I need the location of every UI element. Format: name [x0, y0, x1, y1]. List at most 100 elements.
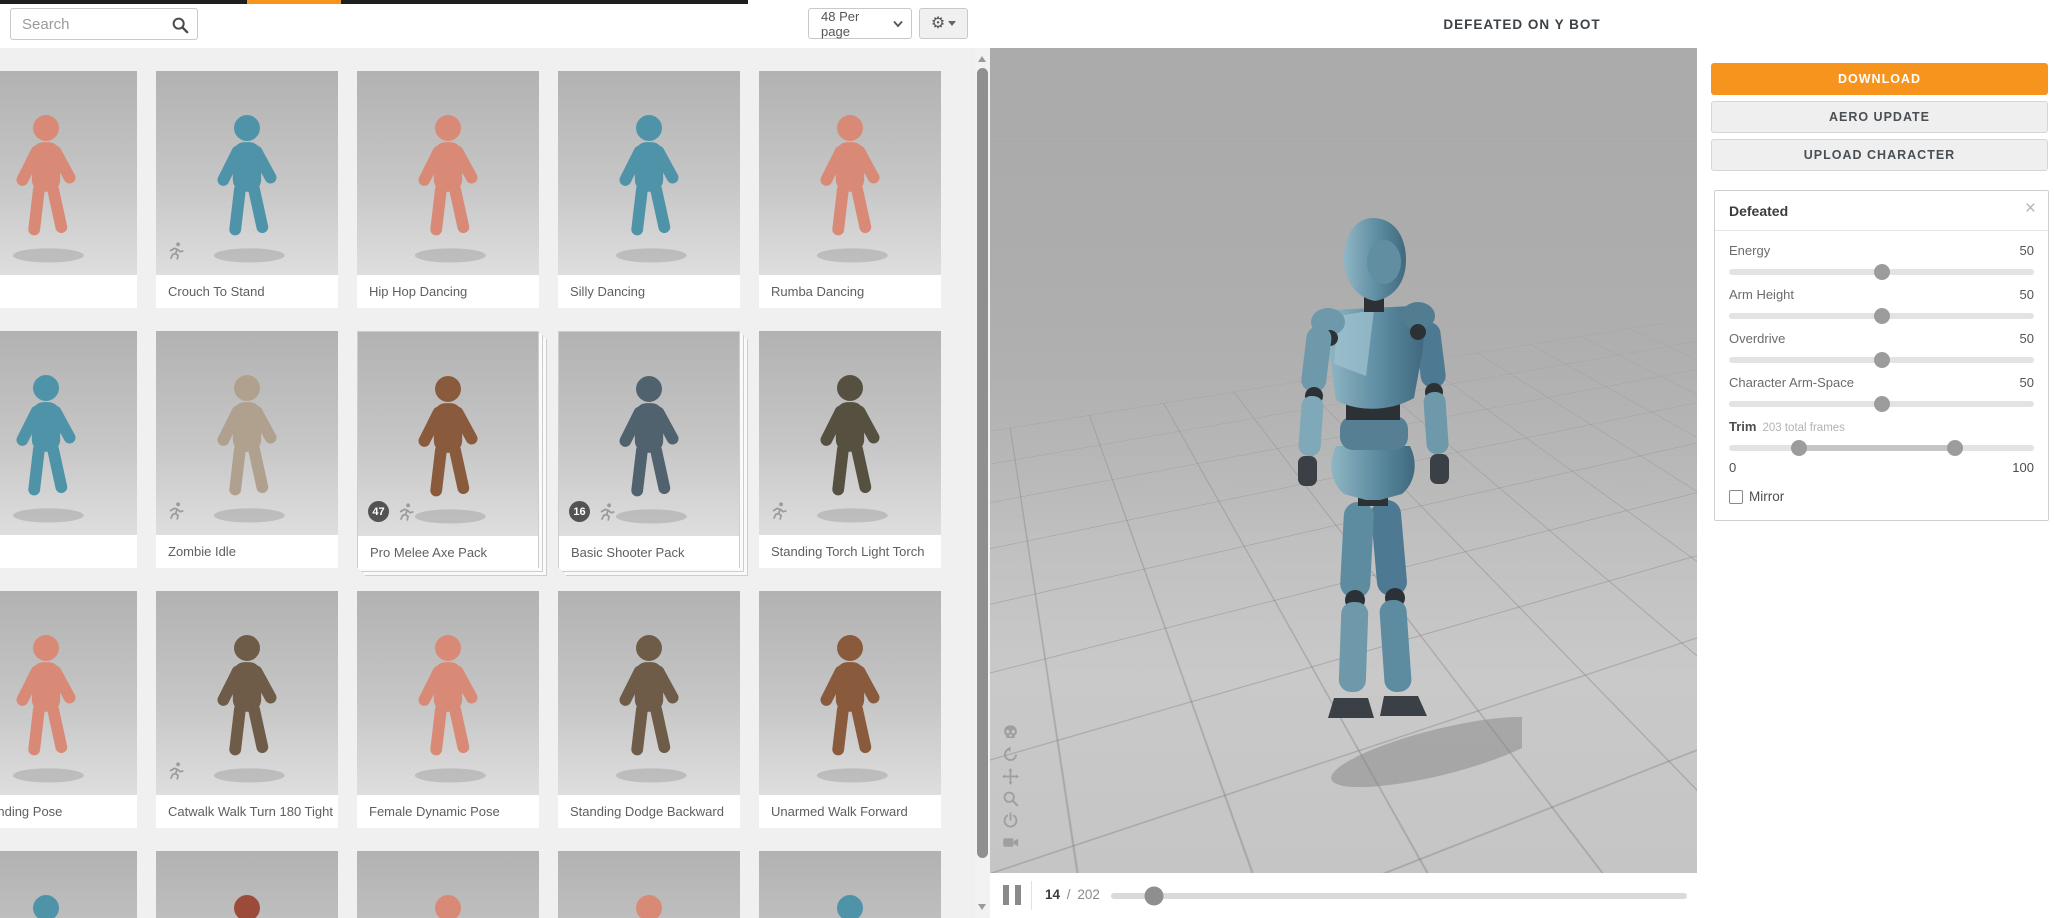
- character-figure: [0, 364, 105, 530]
- animation-thumbnail: [156, 331, 338, 535]
- slider-thumb[interactable]: [1874, 396, 1890, 412]
- zoom-icon[interactable]: [1002, 790, 1019, 807]
- animation-name: Zombie Idle: [156, 535, 338, 568]
- animation-card[interactable]: Hip Hop Dancing: [357, 71, 539, 308]
- trim-total-frames: 203 total frames: [1762, 422, 1844, 434]
- per-page-select[interactable]: 48 Per page: [808, 8, 912, 39]
- camera-icon[interactable]: [1002, 834, 1019, 851]
- character-figure: [0, 884, 105, 918]
- animation-thumbnail: [558, 591, 740, 795]
- animation-card[interactable]: [759, 851, 941, 918]
- slider-group-character-arm-space: Character Arm-Space 50: [1715, 363, 2048, 407]
- scroll-down-arrow-icon[interactable]: [978, 904, 986, 910]
- trim-range-slider[interactable]: [1729, 445, 2034, 451]
- mirror-option[interactable]: Mirror: [1715, 475, 2048, 504]
- animation-thumbnail: [0, 71, 137, 275]
- trim-end-handle[interactable]: [1947, 440, 1963, 456]
- timeline-thumb[interactable]: [1144, 886, 1163, 905]
- animation-name: g: [0, 275, 137, 308]
- animation-card[interactable]: Standing Torch Light Torch: [759, 331, 941, 568]
- run-animation-icon: [597, 502, 617, 522]
- search-icon[interactable]: [171, 16, 189, 34]
- aero-update-button[interactable]: AERO UPDATE: [1711, 101, 2048, 133]
- slider-thumb[interactable]: [1874, 264, 1890, 280]
- animation-thumbnail: [558, 71, 740, 275]
- trim-start-handle[interactable]: [1791, 440, 1807, 456]
- pause-button[interactable]: [1003, 885, 1021, 905]
- animation-thumbnail: [156, 71, 338, 275]
- animation-name: Basic Shooter Pack: [559, 536, 739, 569]
- animation-thumbnail: [156, 851, 338, 918]
- animation-settings-panel: Defeated × Energy 50 Arm Height 50: [1714, 190, 2049, 521]
- upload-character-button[interactable]: UPLOAD CHARACTER: [1711, 139, 2048, 171]
- animation-card[interactable]: Silly Dancing: [558, 71, 740, 308]
- trim-selected-range: [1799, 445, 1955, 451]
- caret-down-icon: [948, 21, 956, 26]
- reset-icon[interactable]: [1002, 812, 1019, 829]
- animation-pack-card[interactable]: 47Pro Melee Axe Pack: [357, 331, 539, 568]
- animation-thumbnail: [357, 851, 539, 918]
- slider-thumb[interactable]: [1874, 352, 1890, 368]
- close-icon[interactable]: ×: [2025, 199, 2036, 218]
- animation-card[interactable]: [558, 851, 740, 918]
- animation-name: Crouch To Stand: [156, 275, 338, 308]
- slider-label: Arm Height: [1729, 287, 1794, 304]
- character-model: [1222, 204, 1522, 804]
- app-root: 48 Per page ⚙ g Crouch To Stand Hip Hop Da…: [0, 0, 2054, 918]
- animation-pack-card[interactable]: 16Basic Shooter Pack: [558, 331, 740, 568]
- animation-card[interactable]: e Standing Pose: [0, 591, 137, 828]
- animation-thumbnail: 47: [358, 332, 538, 536]
- right-sidebar: DOWNLOAD AERO UPDATE UPLOAD CHARACTER De…: [1697, 48, 2054, 918]
- character-figure: [389, 884, 507, 918]
- preview-region: DEFEATED ON Y BOT: [990, 0, 2054, 918]
- orbit-icon[interactable]: [1002, 746, 1019, 763]
- viewport-3d[interactable]: 14 / 202: [990, 48, 1697, 918]
- settings-gear-button[interactable]: ⚙: [919, 8, 968, 39]
- timeline-slider[interactable]: [1111, 893, 1687, 899]
- character-arm-space-slider[interactable]: [1729, 401, 2034, 407]
- trim-group: Trim 203 total frames: [1715, 407, 2048, 451]
- animation-grid: g Crouch To Stand Hip Hop Dancing Silly Dan…: [0, 71, 975, 918]
- slider-thumb[interactable]: [1874, 308, 1890, 324]
- download-button[interactable]: DOWNLOAD: [1711, 63, 2048, 95]
- mirror-checkbox[interactable]: [1729, 490, 1743, 504]
- animation-thumbnail: 16: [559, 332, 739, 536]
- animation-card[interactable]: Unarmed Walk Forward: [759, 591, 941, 828]
- animation-thumbnail: [0, 591, 137, 795]
- animation-card[interactable]: Crouch To Stand: [156, 71, 338, 308]
- viewer-header: DEFEATED ON Y BOT: [990, 0, 2054, 48]
- energy-slider[interactable]: [1729, 269, 2034, 275]
- animation-card[interactable]: Jump: [0, 331, 137, 568]
- animation-card[interactable]: [156, 851, 338, 918]
- animation-card[interactable]: [357, 851, 539, 918]
- slider-group-arm-height: Arm Height 50: [1715, 275, 2048, 319]
- animation-name: Catwalk Walk Turn 180 Tight: [156, 795, 338, 828]
- overdrive-slider[interactable]: [1729, 357, 2034, 363]
- library-scrollbar[interactable]: [975, 48, 990, 918]
- animation-name: Hip Hop Dancing: [357, 275, 539, 308]
- character-face-icon[interactable]: [1002, 724, 1019, 741]
- search-input[interactable]: [11, 9, 167, 39]
- run-animation-icon: [769, 501, 789, 521]
- animation-card[interactable]: Standing Dodge Backward: [558, 591, 740, 828]
- pan-icon[interactable]: [1002, 768, 1019, 785]
- character-figure: [389, 624, 507, 790]
- animation-card[interactable]: [0, 851, 137, 918]
- arm-height-slider[interactable]: [1729, 313, 2034, 319]
- viewport-tools: [1002, 724, 1019, 851]
- animation-card[interactable]: g: [0, 71, 137, 308]
- playbar-divider: [1031, 881, 1032, 910]
- pack-count-badge: 47: [368, 501, 389, 522]
- animation-card[interactable]: Zombie Idle: [156, 331, 338, 568]
- character-figure: [791, 104, 909, 270]
- scroll-up-arrow-icon[interactable]: [978, 56, 986, 62]
- character-figure: [791, 364, 909, 530]
- animation-card[interactable]: Rumba Dancing: [759, 71, 941, 308]
- animation-card[interactable]: Female Dynamic Pose: [357, 591, 539, 828]
- scrollbar-thumb[interactable]: [977, 68, 988, 858]
- search-box: [10, 8, 198, 40]
- animation-card[interactable]: Catwalk Walk Turn 180 Tight: [156, 591, 338, 828]
- top-loading-bar: [0, 0, 748, 4]
- character-figure: [791, 884, 909, 918]
- animation-thumbnail: [156, 591, 338, 795]
